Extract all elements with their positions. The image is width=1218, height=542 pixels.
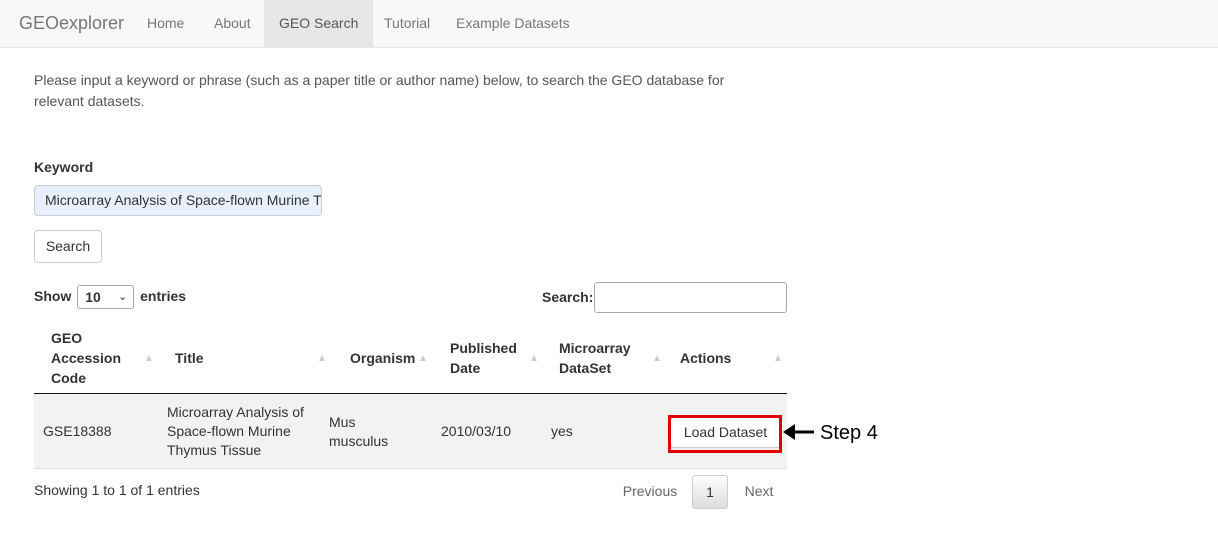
header-actions[interactable]: Actions xyxy=(680,322,760,394)
table-search-label: Search: xyxy=(542,289,594,305)
cell-organism: Mus musculus xyxy=(329,413,389,449)
sort-icon[interactable]: ▲︎ xyxy=(652,322,662,394)
entries-select-value: 10 xyxy=(85,289,101,306)
header-microarray-dataset[interactable]: Microarray DataSet xyxy=(559,322,649,394)
intro-text: Please input a keyword or phrase (such a… xyxy=(34,72,725,109)
nav-about[interactable]: About xyxy=(199,0,266,47)
table-info: Showing 1 to 1 of 1 entries xyxy=(34,482,200,498)
brand-logo[interactable]: GEOexplorer xyxy=(19,11,124,35)
sort-icon[interactable]: ▲︎ xyxy=(317,322,327,394)
search-button[interactable]: Search xyxy=(34,230,102,263)
entries-label: entries xyxy=(140,288,187,304)
cell-accession: GSE18388 xyxy=(43,423,112,439)
step-label: Step 4 xyxy=(820,422,878,444)
show-label: Show xyxy=(34,288,72,304)
table-header: GEO Accession Code ▲︎ Title ▲︎ Organism … xyxy=(34,322,787,394)
sort-icon[interactable]: ▲︎ xyxy=(773,322,783,394)
sort-icon[interactable]: ▲︎ xyxy=(529,322,539,394)
cell-title: Microarray Analysis of Space-flown Murin… xyxy=(167,404,304,458)
nav-geo-search[interactable]: GEO Search xyxy=(264,0,374,47)
cell-date: 2010/03/10 xyxy=(441,423,512,439)
keyword-input[interactable]: Microarray Analysis of Space-flown Murin… xyxy=(34,185,322,216)
header-organism[interactable]: Organism xyxy=(350,322,420,394)
entries-length-control: Show 10 ⌄ entries xyxy=(34,284,187,310)
nav-home[interactable]: Home xyxy=(132,0,199,47)
entries-select[interactable]: 10 ⌄ xyxy=(77,285,135,310)
top-navbar: GEOexplorer Home About GEO Search Tutori… xyxy=(0,0,1218,48)
arrow-left-icon xyxy=(783,424,814,440)
sort-icon[interactable]: ▲︎ xyxy=(144,322,154,394)
pagination-page-1[interactable]: 1 xyxy=(692,475,728,509)
cell-microarray: yes xyxy=(551,423,573,439)
keyword-label: Keyword xyxy=(34,159,94,175)
nav-tutorial[interactable]: Tutorial xyxy=(369,0,445,47)
header-published-date[interactable]: Published Date xyxy=(450,322,530,394)
highlight-box xyxy=(668,415,782,453)
pagination-previous[interactable]: Previous xyxy=(610,475,690,509)
pagination-next[interactable]: Next xyxy=(735,475,783,509)
table-search-input[interactable] xyxy=(594,282,787,313)
sort-icon[interactable]: ▲︎ xyxy=(418,322,428,394)
chevron-down-icon: ⌄ xyxy=(118,291,128,304)
header-accession[interactable]: GEO Accession Code xyxy=(51,322,121,394)
header-title[interactable]: Title xyxy=(175,322,315,394)
nav-example-datasets[interactable]: Example Datasets xyxy=(441,0,585,47)
